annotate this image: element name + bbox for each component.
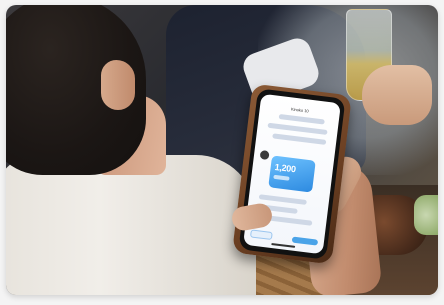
payment-card: 1,200 (268, 155, 316, 193)
chat-message (272, 133, 327, 145)
home-indicator (271, 243, 296, 248)
background-hand (362, 65, 432, 125)
side-dish-bowl (414, 195, 438, 235)
person-ear (101, 60, 135, 110)
payment-subtext (273, 174, 290, 181)
chat-message (258, 194, 307, 205)
phone-screen: Kinoko 10 1,200 (243, 93, 341, 255)
send-button[interactable] (291, 236, 319, 246)
person-shirt (6, 155, 256, 295)
chat-title: Kinoko 10 (290, 106, 309, 114)
payment-amount: 1,200 (274, 161, 297, 175)
smartphone: Kinoko 10 1,200 (232, 83, 352, 265)
chat-message (278, 113, 325, 125)
phone-body: Kinoko 10 1,200 (238, 88, 346, 260)
photo-frame: Kinoko 10 1,200 (6, 5, 438, 295)
circle-avatar-icon (259, 150, 270, 161)
message-input[interactable] (249, 229, 273, 241)
